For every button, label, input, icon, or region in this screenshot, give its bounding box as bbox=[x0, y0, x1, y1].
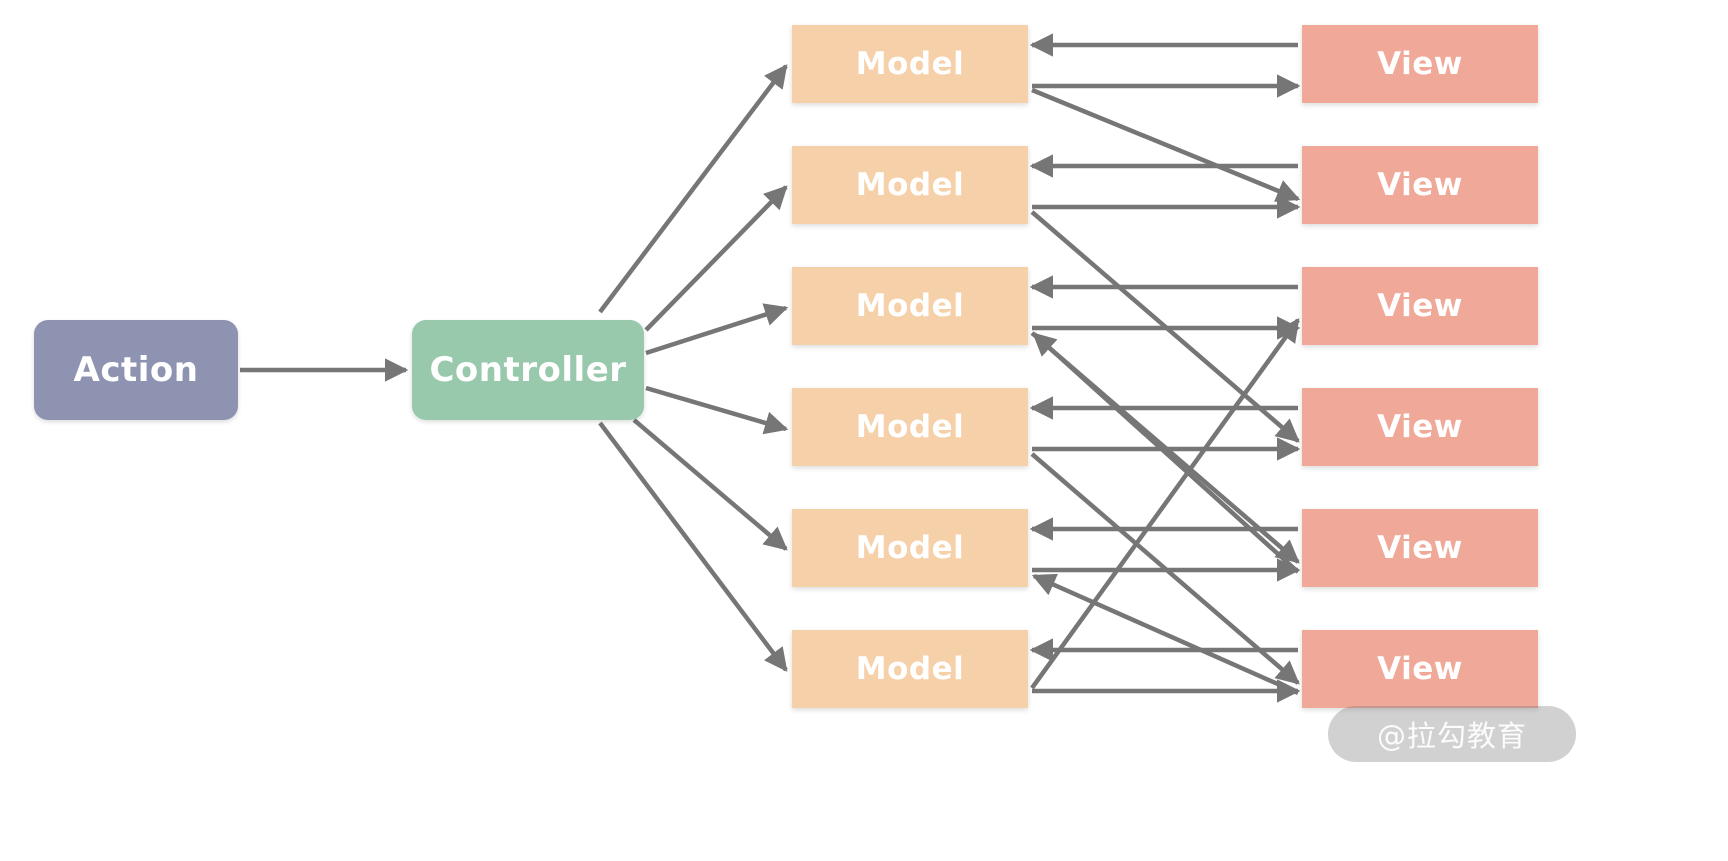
edge-view-3-model-5-diagonal bbox=[1032, 332, 1300, 574]
edge-model-3-view-5-diagonal bbox=[1030, 331, 1300, 564]
edge-controller-model-5 bbox=[632, 418, 788, 551]
node-view-3[interactable]: View bbox=[1302, 267, 1538, 345]
node-action[interactable]: Action bbox=[34, 320, 238, 420]
node-view-6[interactable]: View bbox=[1302, 630, 1538, 708]
edge-model-2-view-4-diagonal bbox=[1030, 210, 1300, 443]
node-view-5[interactable]: View bbox=[1302, 509, 1538, 587]
edge-controller-model-6 bbox=[598, 421, 788, 672]
node-view-label: View bbox=[1377, 651, 1463, 687]
watermark-text: @拉勾教育 bbox=[1376, 719, 1527, 753]
node-view-4[interactable]: View bbox=[1302, 388, 1538, 466]
node-model-label: Model bbox=[855, 651, 965, 687]
node-model-2[interactable]: Model bbox=[792, 146, 1028, 224]
edge-model-4-view-6-diagonal bbox=[1030, 452, 1300, 685]
node-model-3[interactable]: Model bbox=[792, 267, 1028, 345]
node-view-label: View bbox=[1377, 409, 1463, 445]
edge-controller-model-3 bbox=[645, 303, 789, 356]
node-model-5[interactable]: Model bbox=[792, 509, 1028, 587]
node-model-4[interactable]: Model bbox=[792, 388, 1028, 466]
node-model-6[interactable]: Model bbox=[792, 630, 1028, 708]
node-model-label: Model bbox=[855, 46, 965, 82]
edge-controller-model-1 bbox=[598, 64, 788, 314]
node-model-label: Model bbox=[855, 167, 965, 203]
node-view-label: View bbox=[1377, 530, 1463, 566]
edge-model-6-view-3-diagonal bbox=[1030, 318, 1300, 690]
node-controller-label: Controller bbox=[429, 350, 627, 390]
diagram-canvas: Action Controller Model Model Model Mode… bbox=[0, 0, 1728, 861]
node-view-1[interactable]: View bbox=[1302, 25, 1538, 103]
node-view-label: View bbox=[1377, 46, 1463, 82]
node-action-label: Action bbox=[73, 350, 199, 390]
node-view-label: View bbox=[1377, 167, 1463, 203]
edge-controller-model-2 bbox=[644, 185, 788, 332]
node-model-1[interactable]: Model bbox=[792, 25, 1028, 103]
node-view-label: View bbox=[1377, 288, 1463, 324]
edge-view-5-model-6-diagonal bbox=[1031, 573, 1299, 696]
node-controller[interactable]: Controller bbox=[412, 320, 644, 420]
watermark-badge: @拉勾教育 bbox=[1328, 706, 1576, 762]
node-model-label: Model bbox=[855, 288, 965, 324]
edge-model-1-view-2-diagonal bbox=[1031, 87, 1301, 202]
node-model-label: Model bbox=[855, 530, 965, 566]
node-model-label: Model bbox=[855, 409, 965, 445]
node-view-2[interactable]: View bbox=[1302, 146, 1538, 224]
edge-controller-model-4 bbox=[645, 385, 789, 435]
